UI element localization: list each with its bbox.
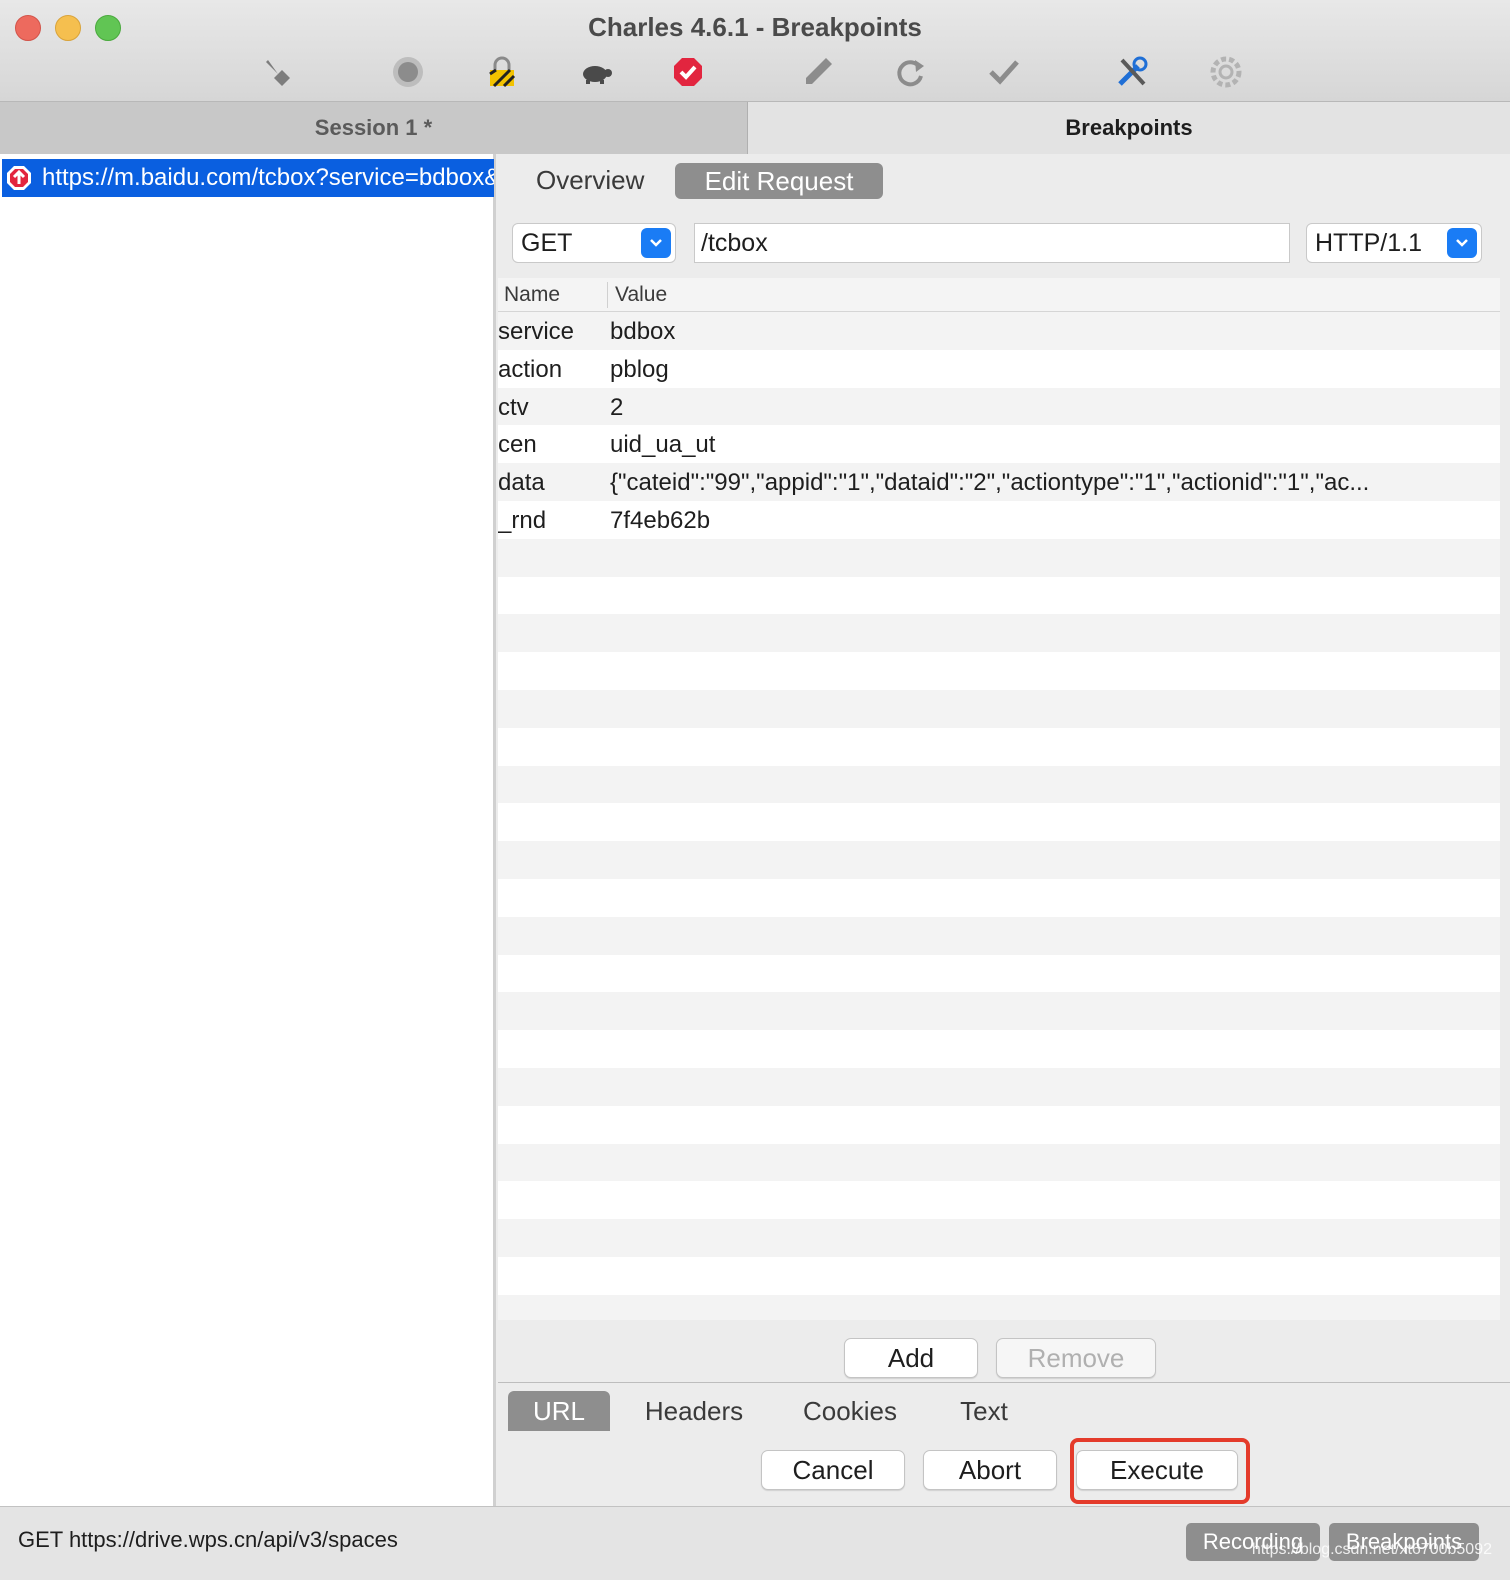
column-header-name[interactable]: Name xyxy=(504,283,560,307)
chevron-down-icon xyxy=(641,228,671,258)
column-header-value[interactable]: Value xyxy=(615,283,667,307)
table-row[interactable]: cen uid_ua_ut xyxy=(498,425,1500,464)
param-name-cell[interactable]: data xyxy=(498,469,545,497)
protocol-select[interactable]: HTTP/1.1 xyxy=(1306,223,1482,263)
param-name-cell[interactable]: action xyxy=(498,356,562,384)
table-row[interactable] xyxy=(498,992,1500,1031)
breakpoints-icon[interactable] xyxy=(668,52,708,92)
table-header: Name Value xyxy=(498,278,1500,312)
tab-session[interactable]: Session 1 * xyxy=(0,102,748,154)
list-item[interactable]: https://m.baidu.com/tcbox?service=bdbox&… xyxy=(2,159,494,197)
charles-window: Charles 4.6.1 - Breakpoints Session 1 * … xyxy=(0,0,1510,1580)
table-row[interactable] xyxy=(498,841,1500,879)
tab-overview[interactable]: Overview xyxy=(518,162,662,198)
throttle-turtle-icon[interactable] xyxy=(576,52,616,92)
table-row[interactable]: action pblog xyxy=(498,349,1500,388)
table-row[interactable] xyxy=(498,1219,1500,1257)
record-icon[interactable] xyxy=(388,52,428,92)
protocol-value: HTTP/1.1 xyxy=(1315,228,1422,257)
table-row[interactable] xyxy=(498,652,1500,690)
param-value-cell[interactable]: {"cateid":"99","appid":"1","dataid":"2",… xyxy=(610,469,1494,497)
table-row[interactable] xyxy=(498,878,1500,917)
status-text: GET https://drive.wps.cn/api/v3/spaces xyxy=(18,1527,398,1552)
table-row[interactable] xyxy=(498,1067,1500,1106)
param-value-cell[interactable]: 7f4eb62b xyxy=(610,507,1494,535)
table-row[interactable] xyxy=(498,576,1500,615)
method-select[interactable]: GET xyxy=(512,223,676,263)
tab-url[interactable]: URL xyxy=(508,1391,610,1431)
table-row[interactable] xyxy=(498,765,1500,804)
broom-icon[interactable] xyxy=(258,52,298,92)
execute-highlight-box xyxy=(1070,1438,1250,1504)
method-value: GET xyxy=(521,228,573,257)
status-bar: GET https://drive.wps.cn/api/v3/spaces R… xyxy=(0,1506,1510,1580)
tools-icon[interactable] xyxy=(1112,52,1152,92)
path-input[interactable]: /tcbox xyxy=(694,223,1290,263)
param-value-cell[interactable]: pblog xyxy=(610,356,1494,384)
compose-pen-icon[interactable] xyxy=(798,52,838,92)
title-toolbar: Charles 4.6.1 - Breakpoints xyxy=(0,0,1510,102)
tab-breakpoints[interactable]: Breakpoints xyxy=(748,102,1510,154)
param-value-cell[interactable]: uid_ua_ut xyxy=(610,431,1494,459)
settings-gear-icon[interactable] xyxy=(1206,52,1246,92)
table-row[interactable] xyxy=(498,1105,1500,1144)
query-params-table: Name Value service bdbox action pblog ctv 2 ce… xyxy=(498,278,1500,1320)
param-value-cell[interactable]: 2 xyxy=(610,394,1494,422)
request-list: https://m.baidu.com/tcbox?service=bdbox&… xyxy=(0,154,496,1506)
request-view-tabs: URL Headers Cookies Text xyxy=(498,1382,1510,1434)
table-row[interactable] xyxy=(498,538,1500,577)
breakpoint-request-icon xyxy=(7,166,31,190)
ssl-proxy-icon[interactable] xyxy=(482,52,522,92)
table-row[interactable] xyxy=(498,689,1500,728)
chevron-down-icon xyxy=(1447,228,1477,258)
tab-edit-request[interactable]: Edit Request xyxy=(675,163,883,199)
table-row[interactable] xyxy=(498,1030,1500,1068)
table-row[interactable]: ctv 2 xyxy=(498,387,1500,426)
table-row[interactable]: data {"cateid":"99","appid":"1","dataid":… xyxy=(498,463,1500,501)
window-title: Charles 4.6.1 - Breakpoints xyxy=(588,12,922,42)
table-row[interactable] xyxy=(498,727,1500,766)
breakpoint-editor: Overview Edit Request GET /tcbox HTTP/1.… xyxy=(498,154,1510,1506)
cancel-button[interactable]: Cancel xyxy=(761,1450,905,1490)
param-name-cell[interactable]: service xyxy=(498,318,574,346)
validate-check-icon[interactable] xyxy=(984,52,1024,92)
column-divider[interactable] xyxy=(607,282,608,308)
param-name-cell[interactable]: _rnd xyxy=(498,507,546,535)
remove-button[interactable]: Remove xyxy=(996,1338,1156,1378)
window-tabs: Session 1 * Breakpoints xyxy=(0,102,1510,154)
table-row[interactable] xyxy=(498,1256,1500,1295)
repeat-icon[interactable] xyxy=(890,52,930,92)
abort-button[interactable]: Abort xyxy=(923,1450,1057,1490)
table-row[interactable] xyxy=(498,614,1500,653)
tab-text[interactable]: Text xyxy=(944,1391,1024,1431)
request-url: https://m.baidu.com/tcbox?service=bdbox&… xyxy=(42,164,494,191)
table-row[interactable] xyxy=(498,803,1500,842)
table-row[interactable] xyxy=(498,954,1500,993)
table-row[interactable]: _rnd 7f4eb62b xyxy=(498,500,1500,539)
watermark-text: https://blog.csdn.net/xt6700b5092 xyxy=(1251,1541,1492,1558)
table-row[interactable]: service bdbox xyxy=(498,312,1500,350)
tab-headers[interactable]: Headers xyxy=(632,1391,756,1431)
add-button[interactable]: Add xyxy=(844,1338,978,1378)
param-name-cell[interactable]: cen xyxy=(498,431,537,459)
tab-cookies[interactable]: Cookies xyxy=(790,1391,910,1431)
table-body: service bdbox action pblog ctv 2 cen uid_ua_utd… xyxy=(498,312,1500,1320)
table-row[interactable] xyxy=(498,1143,1500,1182)
param-value-cell[interactable]: bdbox xyxy=(610,318,1494,346)
table-row[interactable] xyxy=(498,1181,1500,1220)
table-row[interactable] xyxy=(498,916,1500,955)
param-name-cell[interactable]: ctv xyxy=(498,394,529,422)
table-row[interactable] xyxy=(498,1294,1500,1320)
